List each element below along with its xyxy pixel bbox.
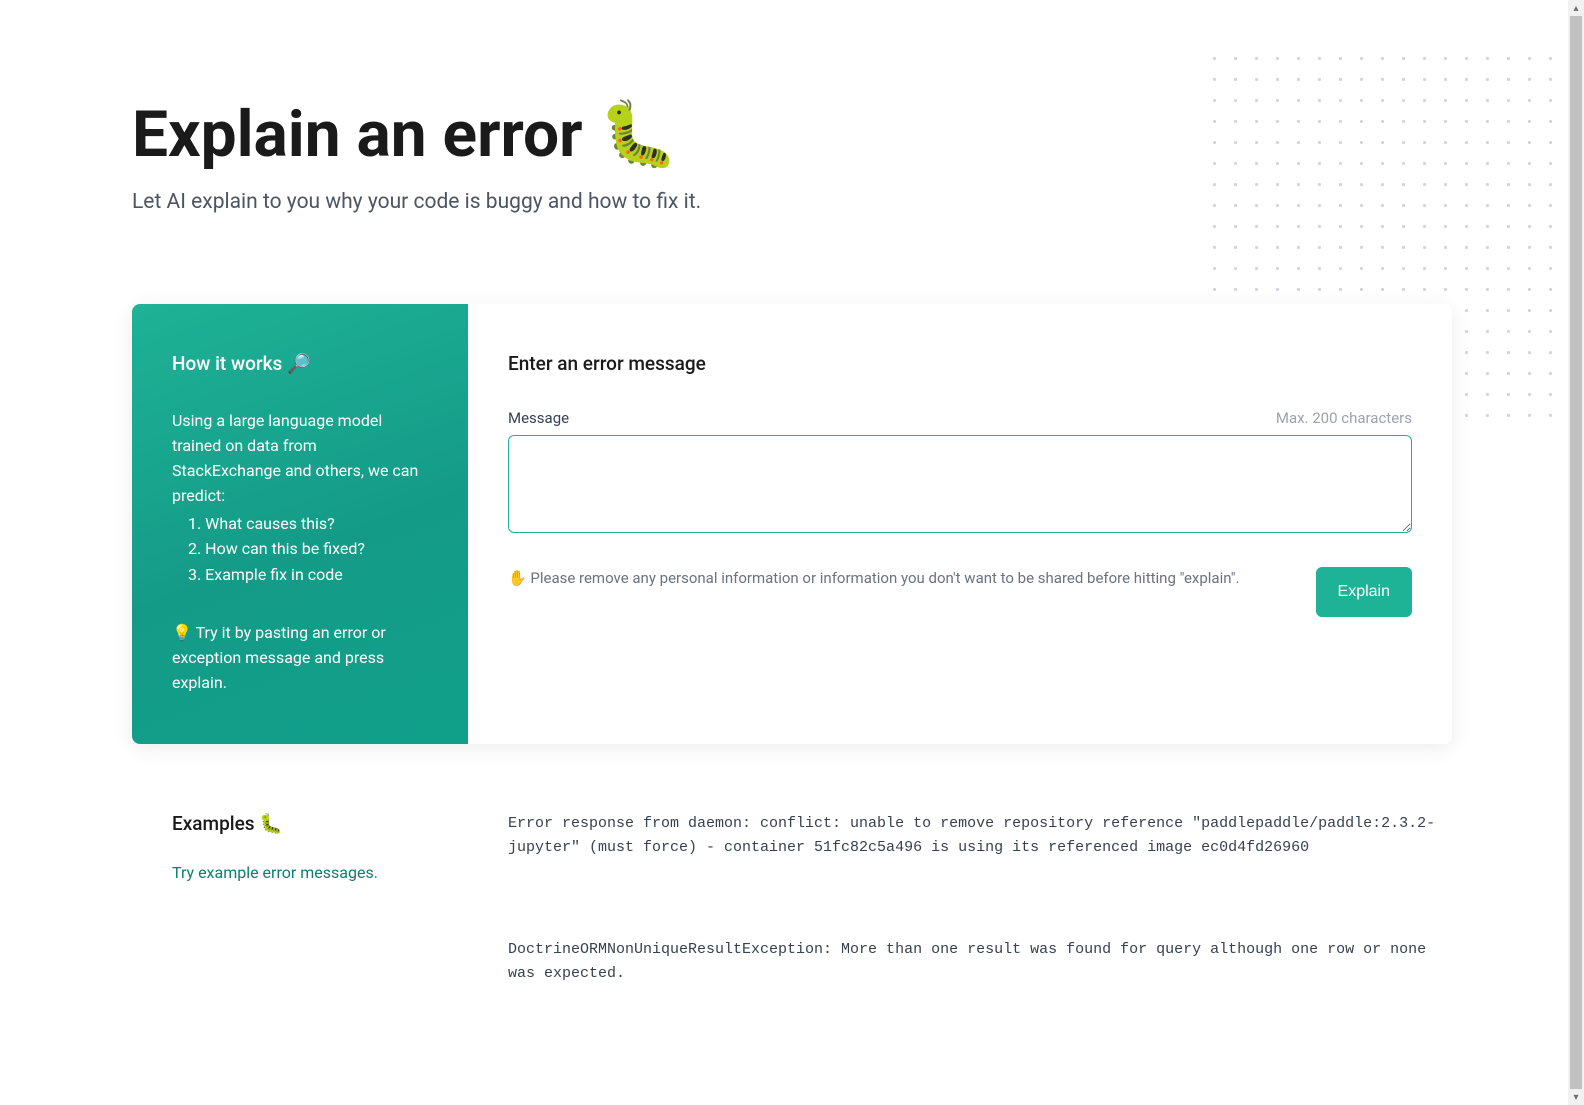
examples-title: Examples 🐛 [172, 812, 428, 835]
privacy-note: ✋ Please remove any personal information… [508, 567, 1296, 590]
page-title: Explain an error 🐛 [132, 100, 1452, 170]
form-section: Enter an error message Message Max. 200 … [468, 304, 1452, 743]
examples-section: Examples 🐛 Try example error messages. E… [132, 812, 1452, 1064]
how-it-works-title: How it works 🔎 [172, 352, 428, 375]
page-title-text: Explain an error [132, 100, 583, 170]
examples-sidebar: Examples 🐛 Try example error messages. [132, 812, 468, 1064]
scrollbar-down-arrow-icon[interactable]: ▾ [1568, 1089, 1584, 1105]
how-it-works-panel: How it works 🔎 Using a large language mo… [132, 304, 468, 743]
how-it-works-item: 3. Example fix in code [172, 562, 428, 588]
explain-button[interactable]: Explain [1316, 567, 1412, 617]
how-it-works-item: 1. What causes this? [172, 511, 428, 537]
examples-list: Error response from daemon: conflict: un… [468, 812, 1452, 1064]
form-title: Enter an error message [508, 352, 1412, 375]
how-it-works-description: Using a large language model trained on … [172, 409, 428, 508]
main-card: How it works 🔎 Using a large language mo… [132, 304, 1452, 743]
example-item[interactable]: DoctrineORMNonUniqueResultException: Mor… [508, 938, 1452, 986]
how-it-works-tip: 💡 Try it by pasting an error or exceptio… [172, 621, 428, 695]
form-bottom-row: ✋ Please remove any personal information… [508, 567, 1412, 617]
how-it-works-item: 2. How can this be fixed? [172, 536, 428, 562]
label-row: Message Max. 200 characters [508, 409, 1412, 427]
examples-subtitle: Try example error messages. [172, 863, 428, 882]
bug-icon: 🐛 [599, 100, 679, 170]
message-label: Message [508, 409, 569, 427]
how-it-works-list: 1. What causes this? 2. How can this be … [172, 511, 428, 588]
message-input[interactable] [508, 435, 1412, 533]
example-item[interactable]: Error response from daemon: conflict: un… [508, 812, 1452, 860]
page-subtitle: Let AI explain to you why your code is b… [132, 190, 1452, 214]
max-chars-label: Max. 200 characters [1276, 409, 1412, 427]
